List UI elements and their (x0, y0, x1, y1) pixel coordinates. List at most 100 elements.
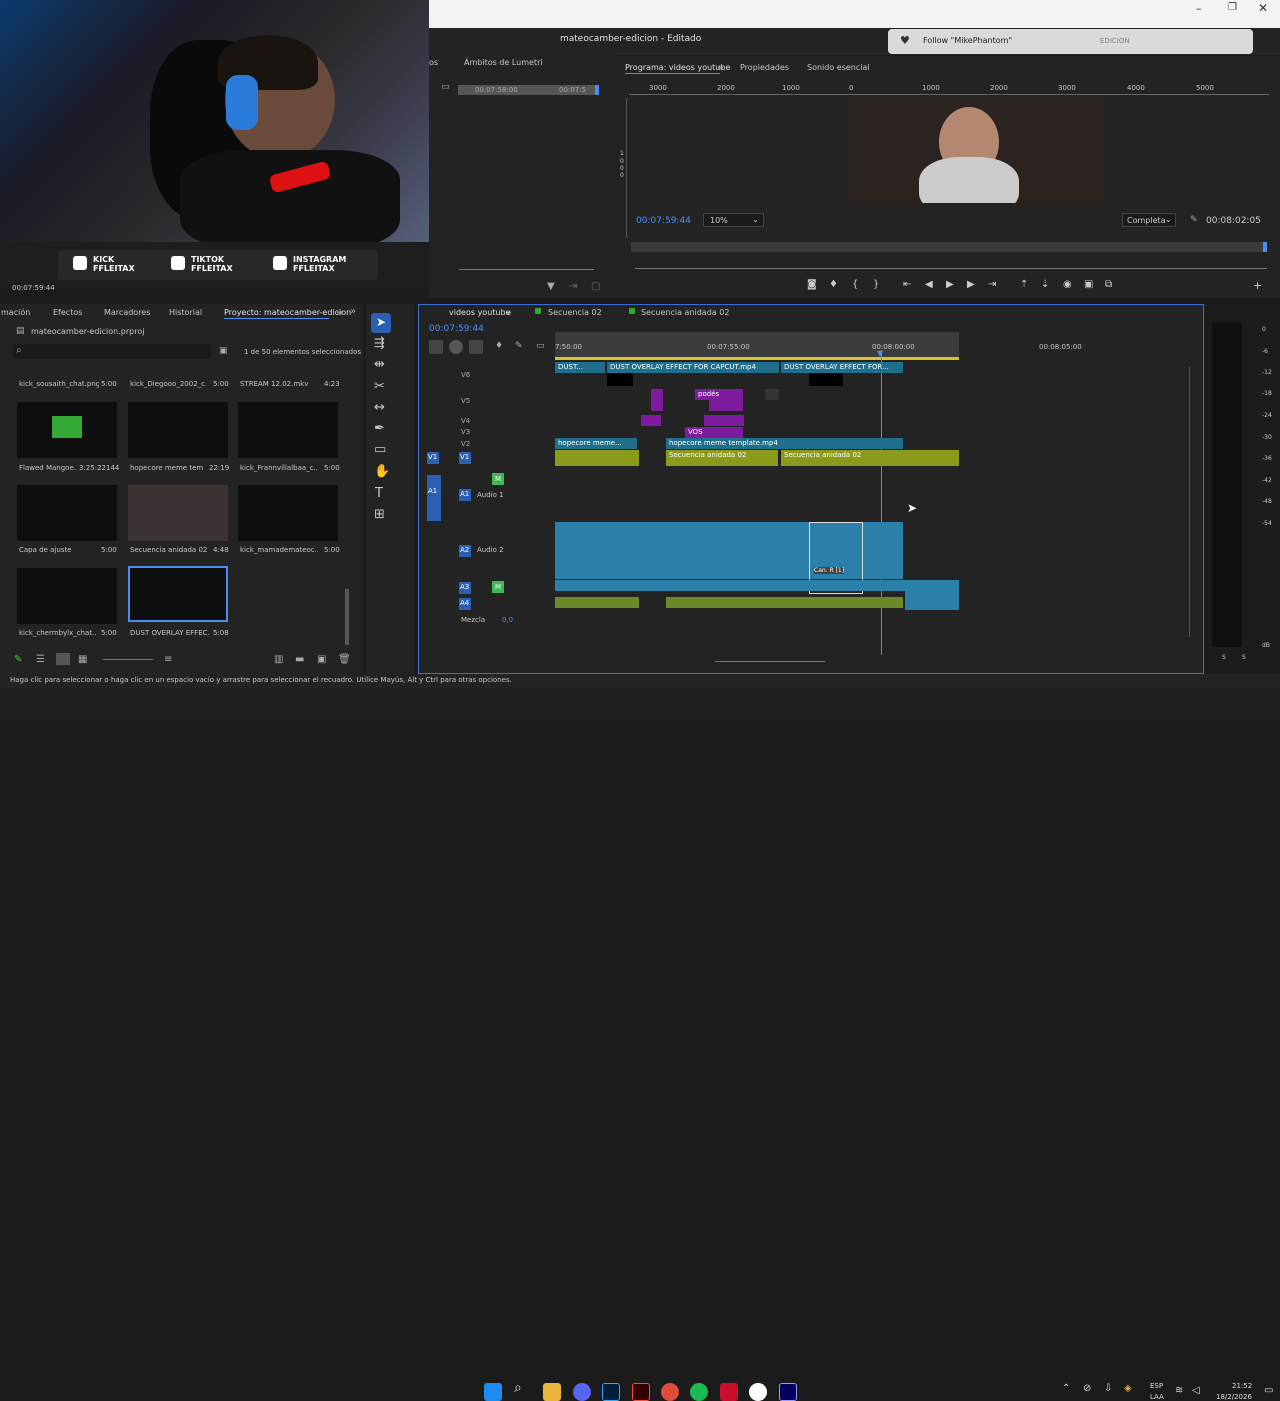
clip[interactable]: DUST OVERLAY EFFECT FOR CAPCUT.mp4 (607, 362, 779, 373)
razor-icon[interactable]: ✂ (374, 379, 385, 394)
ripple-edit-icon[interactable]: ⇹ (374, 357, 385, 372)
add-marker-icon[interactable]: ♦ (829, 279, 838, 290)
type-icon[interactable]: T (375, 486, 383, 501)
timeline-playhead[interactable] (881, 350, 882, 655)
clip[interactable]: DUST... (555, 362, 605, 373)
project-item-thumb[interactable] (17, 402, 117, 458)
step-forward-icon[interactable]: ▶ (967, 279, 975, 290)
list-view-icon[interactable]: ☰ (36, 654, 45, 665)
rectangle-icon[interactable]: ▭ (374, 442, 386, 457)
compare-icon[interactable]: ▣ (1084, 279, 1093, 290)
program-scrubbar[interactable] (631, 242, 1267, 252)
new-bin-icon[interactable]: ▬ (295, 654, 304, 665)
wrench-icon[interactable]: ✎ (1190, 215, 1198, 225)
tray-icon[interactable]: ◈ (1124, 1383, 1132, 1394)
search-icon[interactable]: ⌕ (514, 1380, 522, 1396)
project-item-thumb[interactable] (17, 485, 117, 541)
tab-menu-icon[interactable]: ≡ (336, 308, 343, 317)
slip-icon[interactable]: ↔ (374, 400, 385, 415)
tray-icon[interactable]: ⇩ (1104, 1383, 1112, 1394)
timeline-hscroll[interactable] (715, 661, 825, 662)
clip[interactable] (709, 400, 743, 411)
track-a2[interactable]: A2 (459, 545, 471, 557)
tab-properties[interactable]: Propiedades (740, 63, 789, 72)
tab-markers[interactable]: Marcadores (104, 308, 150, 317)
tab-project[interactable]: Proyecto: mateocamber-edicion (224, 308, 351, 317)
go-to-out-icon[interactable]: ⇥ (988, 279, 996, 290)
project-item-name[interactable]: STREAM 12.02.mkv (240, 380, 310, 388)
notification-icon[interactable]: ▭ (1264, 1385, 1273, 1396)
tab-menu-icon[interactable]: ≡ (505, 308, 512, 317)
windows-start-icon[interactable] (484, 1383, 502, 1401)
tab-menu-icon[interactable]: ≡ (717, 63, 724, 72)
project-item-name[interactable]: Flawed Mangoe... (19, 464, 77, 472)
tab-partial[interactable]: os (429, 58, 438, 67)
source-patch-v1[interactable]: V1 (427, 452, 439, 464)
tab-program[interactable]: Programa: videos youtube (625, 63, 730, 72)
volume-icon[interactable]: ◁ (1192, 1385, 1200, 1396)
selection-tool[interactable]: ➤ (371, 313, 391, 333)
clip[interactable]: podés (695, 389, 743, 400)
project-item-thumb[interactable] (238, 402, 338, 458)
audio-clip[interactable] (666, 597, 903, 608)
tab-essential-sound[interactable]: Sonido esencial (807, 63, 870, 72)
new-item-icon[interactable]: ▣ (317, 654, 326, 665)
go-to-in-icon[interactable]: ⇤ (903, 279, 911, 290)
spotify-icon[interactable] (690, 1383, 708, 1401)
program-playhead[interactable] (1263, 242, 1267, 252)
project-item-name[interactable]: Capa de ajuste (19, 546, 89, 554)
clip[interactable] (765, 389, 779, 400)
settings-icon[interactable]: ▢ (591, 281, 600, 292)
zoom-select[interactable]: 10% ⌄ (703, 213, 764, 227)
maximize-icon[interactable]: ❐ (1228, 2, 1237, 13)
obs-icon[interactable] (749, 1383, 767, 1401)
clip[interactable] (555, 450, 639, 466)
clip[interactable] (641, 415, 661, 426)
snap-icon[interactable] (449, 340, 463, 354)
clip[interactable]: VOS (685, 427, 743, 438)
file-explorer-icon[interactable] (543, 1383, 561, 1401)
automate-icon[interactable]: ▥ (274, 654, 283, 665)
captions-icon[interactable]: ▭ (536, 341, 545, 351)
minimize-icon[interactable]: – (1196, 2, 1202, 15)
clock-time[interactable]: 21:52 (1232, 1382, 1252, 1390)
clock-date[interactable]: 18/2/2026 (1216, 1393, 1252, 1401)
project-item-name[interactable]: DUST OVERLAY EFFEC... (130, 629, 210, 637)
audio-clip[interactable] (905, 580, 959, 610)
project-scrollbar[interactable] (345, 589, 349, 645)
language-layout[interactable]: LAA (1150, 1393, 1164, 1401)
work-area-bar[interactable] (555, 357, 959, 360)
track-select-icon[interactable]: ⇶ (374, 336, 385, 351)
tab-nested-sequence[interactable]: Secuencia anidada 02 (641, 308, 729, 317)
icon-view-icon[interactable] (56, 653, 70, 665)
mute-button-a3[interactable]: M (492, 581, 504, 593)
chrome-icon[interactable] (661, 1383, 679, 1401)
project-item-name[interactable]: kick_sousaith_chat.png (19, 380, 99, 388)
add-button-icon[interactable]: + (1253, 279, 1262, 292)
marker-icon[interactable]: ◙ (807, 279, 817, 290)
mute-button-a1[interactable]: M (492, 473, 504, 485)
filter-icon[interactable]: ▼ (547, 281, 555, 292)
new-bin-icon[interactable]: ▣ (219, 346, 228, 356)
source-scrubbar[interactable]: 00:07:58:00 00:07:5 (458, 85, 599, 95)
project-item-thumb[interactable] (128, 402, 228, 458)
audio-clip[interactable] (555, 597, 639, 608)
project-item-name[interactable]: kick_Diegooo_2002_c... (130, 380, 206, 388)
clip[interactable] (651, 389, 663, 400)
timeline-timecode[interactable]: 00:07:59:44 (429, 324, 484, 334)
project-item-name[interactable]: kick_chermbylx_chat... (19, 629, 97, 637)
illustrator-icon[interactable] (632, 1383, 650, 1401)
track-a1[interactable]: A1 (459, 489, 471, 501)
clip[interactable]: Secuencia anidada 02 (781, 450, 959, 466)
linked-icon[interactable] (469, 340, 483, 354)
project-item-name[interactable]: kick_mamademateoc... (240, 546, 318, 554)
tab-sequence-02[interactable]: Secuencia 02 (548, 308, 602, 317)
project-item-name[interactable]: kick_Frannvillalbaa_c... (240, 464, 318, 472)
source-playhead[interactable] (595, 85, 599, 95)
trash-icon[interactable]: 🗑 (338, 654, 351, 665)
source-zoom-bar[interactable] (459, 269, 594, 270)
chevron-up-icon[interactable]: ⌃ (1062, 1383, 1070, 1394)
clip[interactable]: hopecore meme... (555, 438, 637, 449)
program-zoom-bar[interactable] (635, 268, 1267, 269)
clip[interactable]: Secuencia anidada 02 (666, 450, 778, 466)
